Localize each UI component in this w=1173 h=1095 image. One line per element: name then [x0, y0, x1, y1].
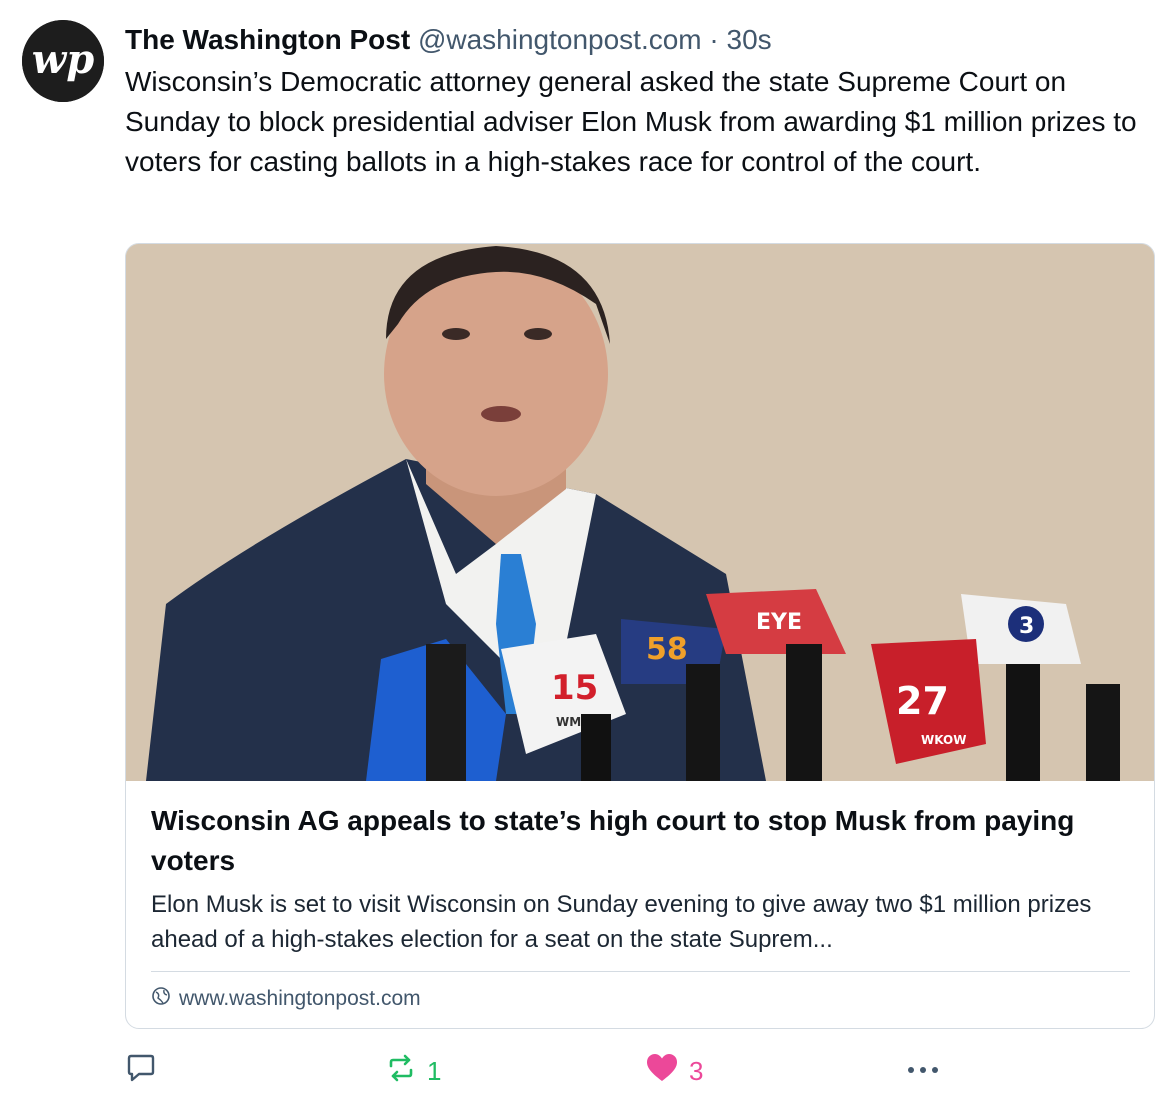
- globe-icon: [151, 986, 171, 1012]
- reply-icon: [125, 1052, 157, 1091]
- card-url-row[interactable]: www.washingtonpost.com: [151, 986, 1130, 1012]
- link-card[interactable]: 15 WMTV 58 EYE 3 27 WKOW Wisconsin AG ap…: [125, 243, 1155, 1029]
- avatar[interactable]: wp: [22, 20, 104, 102]
- washington-post-logo-icon: wp: [22, 20, 104, 102]
- svg-text:wp: wp: [32, 36, 94, 83]
- post-header: The Washington Post @washingtonpost.com …: [125, 20, 1155, 60]
- card-url: www.washingtonpost.com: [179, 987, 421, 1010]
- more-options-button[interactable]: [905, 1052, 941, 1091]
- post: wp The Washington Post @washingtonpost.c…: [0, 0, 1173, 1095]
- post-text: Wisconsin’s Democratic attorney general …: [125, 66, 1137, 177]
- heart-icon: [645, 1052, 679, 1091]
- ellipsis-icon: [905, 1052, 941, 1091]
- mic-label: EYE: [756, 610, 802, 635]
- card-thumbnail: 15 WMTV 58 EYE 3 27 WKOW: [126, 244, 1154, 781]
- like-button[interactable]: 3: [645, 1052, 703, 1091]
- card-divider: [151, 971, 1130, 972]
- repost-icon: [385, 1052, 417, 1091]
- author-handle[interactable]: @washingtonpost.com: [418, 24, 702, 55]
- repost-button[interactable]: 1: [385, 1052, 441, 1091]
- mic-label: 3: [1019, 614, 1034, 639]
- post-actions: 1 3: [125, 1050, 1155, 1090]
- like-count: 3: [689, 1056, 704, 1086]
- reply-button[interactable]: [125, 1052, 167, 1091]
- post-content: The Washington Post @washingtonpost.com …: [125, 20, 1155, 182]
- card-body: Wisconsin AG appeals to state’s high cou…: [126, 781, 1154, 1012]
- card-title[interactable]: Wisconsin AG appeals to state’s high cou…: [151, 801, 1130, 881]
- mic-label: 58: [646, 632, 688, 667]
- mic-label: 27: [896, 679, 949, 723]
- card-description: Elon Musk is set to visit Wisconsin on S…: [151, 891, 1092, 953]
- author-name[interactable]: The Washington Post: [125, 24, 410, 55]
- mic-label: 15: [551, 668, 598, 708]
- post-time[interactable]: 30s: [727, 24, 772, 55]
- mic-label: WKOW: [921, 733, 966, 747]
- repost-count: 1: [427, 1056, 442, 1086]
- separator: ·: [709, 24, 719, 55]
